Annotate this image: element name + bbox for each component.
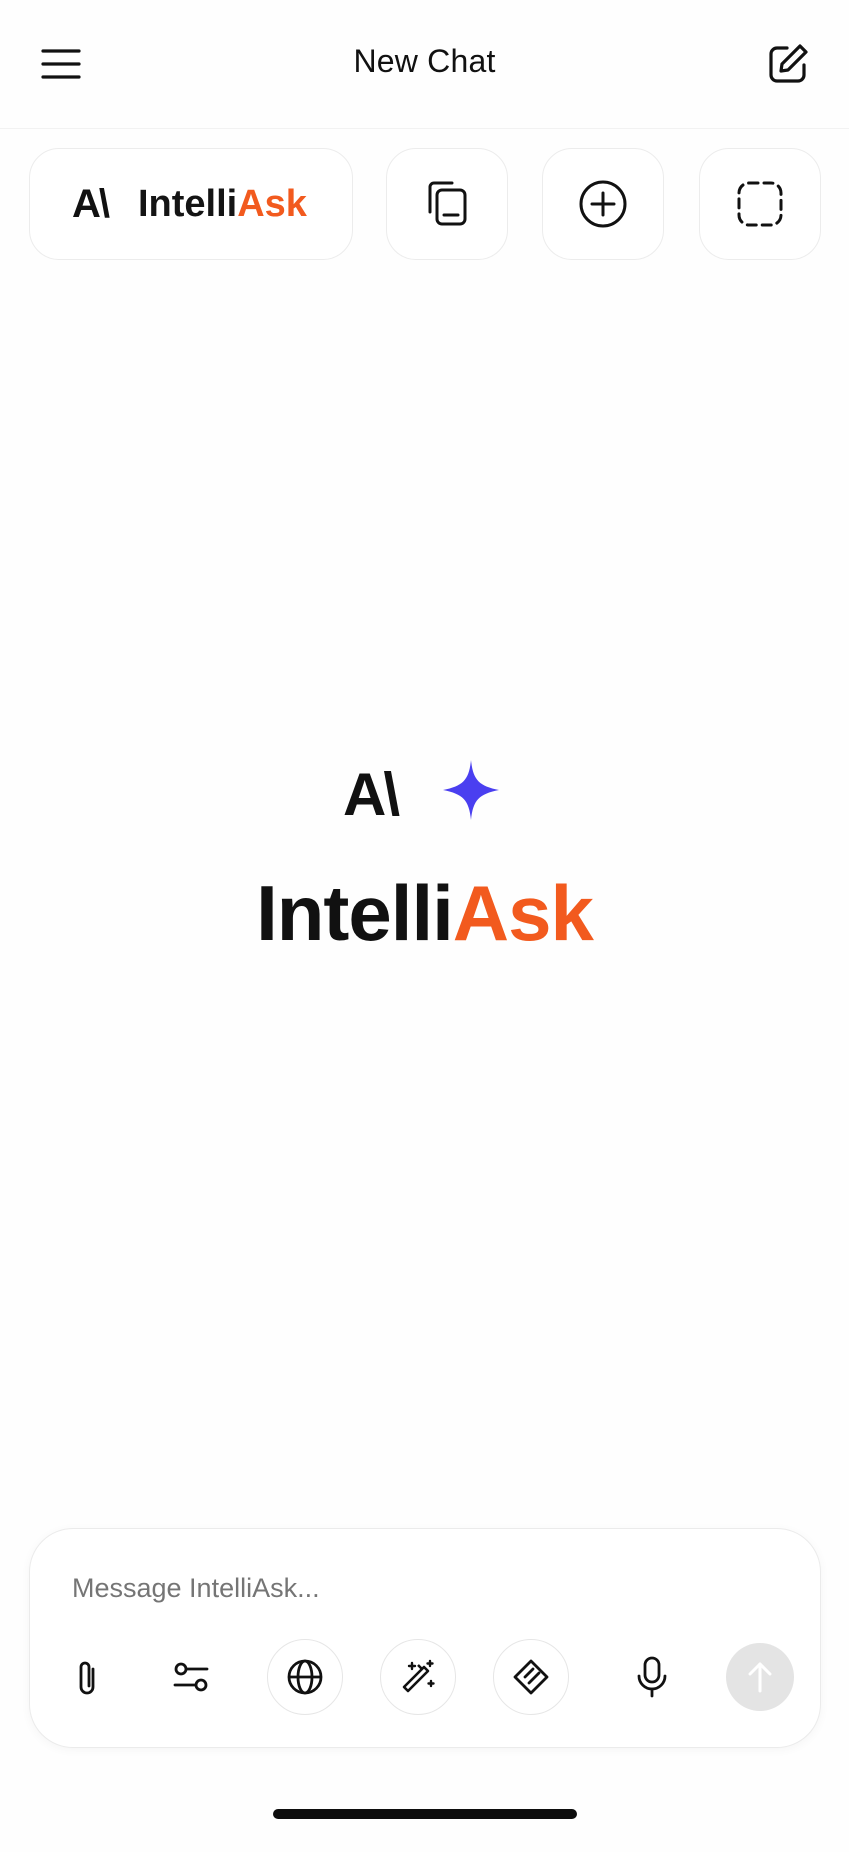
plus-circle-icon <box>577 178 629 230</box>
sparkle-icon <box>443 760 499 820</box>
dashed-square-select-icon <box>735 179 785 229</box>
sliders-icon <box>171 1659 211 1695</box>
brand-name-part2: Ask <box>237 182 307 225</box>
paperclip-icon <box>68 1657 104 1697</box>
copy-device-button[interactable] <box>386 148 508 260</box>
send-button[interactable] <box>726 1643 794 1711</box>
new-chat-button[interactable] <box>754 30 822 98</box>
microphone-icon <box>634 1655 670 1699</box>
page-title: New Chat <box>353 43 496 79</box>
magic-button[interactable] <box>380 1639 456 1715</box>
message-composer <box>29 1528 821 1748</box>
brand-name: IntelliAsk <box>138 183 307 226</box>
attach-button[interactable] <box>48 1639 124 1715</box>
hero-title: IntelliAsk <box>0 868 849 959</box>
layers-button[interactable] <box>493 1639 569 1715</box>
home-indicator <box>273 1809 577 1819</box>
hero-logo-row: A\ <box>0 760 849 830</box>
settings-sliders-button[interactable] <box>153 1639 229 1715</box>
brand-name-part1: Intelli <box>138 182 238 225</box>
globe-icon <box>285 1657 325 1697</box>
magic-wand-icon <box>398 1657 438 1697</box>
hero-logo: A\ IntelliAsk <box>0 760 849 957</box>
voice-input-button[interactable] <box>614 1639 690 1715</box>
send-arrow-up-icon <box>745 1660 775 1694</box>
quick-actions-row: A\ IntelliAsk <box>29 148 821 262</box>
top-bar: New Chat <box>0 0 849 129</box>
layers-icon <box>511 1657 551 1697</box>
add-button[interactable] <box>542 148 664 260</box>
model-chip-intelliask[interactable]: A\ IntelliAsk <box>29 148 353 260</box>
hero-logo-mark: A\ <box>343 761 400 828</box>
brand-logo-mark: A\ <box>72 181 110 226</box>
web-search-button[interactable] <box>267 1639 343 1715</box>
hero-title-part1: Intelli <box>256 869 454 957</box>
screen-select-button[interactable] <box>699 148 821 260</box>
hero-title-part2: Ask <box>452 869 594 957</box>
copy-device-icon <box>422 179 472 229</box>
app-screen: New Chat A\ IntelliAsk A\ IntelliAsk Mes… <box>0 0 849 1852</box>
message-input[interactable] <box>72 1573 772 1604</box>
edit-square-icon <box>767 43 809 85</box>
